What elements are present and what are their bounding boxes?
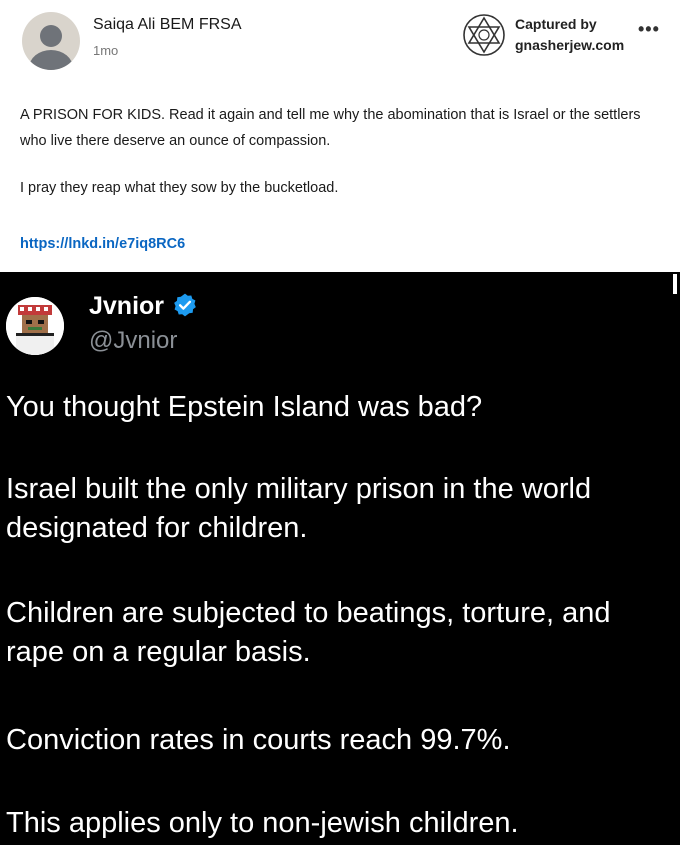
tweet-line-3: Children are subjected to beatings, tort… (6, 597, 611, 668)
verified-badge-icon (174, 293, 196, 317)
post-link[interactable]: https://lnkd.in/e7iq8RC6 (20, 236, 185, 252)
tweet-line-2: Israel built the only military prison in… (6, 473, 592, 544)
author-avatar[interactable] (22, 12, 80, 70)
star-of-david-icon (463, 14, 505, 56)
more-horizontal-icon[interactable]: ••• (638, 20, 660, 38)
watermark: Captured by gnasherjew.com (457, 12, 657, 62)
tweet-line-4: Conviction rates in courts reach 99.7%. (6, 724, 511, 756)
post-paragraph-2: I pray they reap what they sow by the bu… (20, 180, 339, 196)
watermark-line2: gnasherjew.com (515, 37, 625, 53)
post-paragraph-1: A PRISON FOR KIDS. Read it again and tel… (20, 107, 641, 149)
pixel-avatar-icon (6, 297, 64, 355)
linkedin-post: Saiqa Ali BEM FRSA 1mo Captured by gnash… (0, 0, 680, 272)
edge-mark (673, 274, 677, 294)
avatar-body (29, 50, 73, 70)
tweet-line-5: This applies only to non-jewish children… (6, 807, 519, 839)
tweet-avatar[interactable] (6, 297, 64, 355)
tweet-line-1: You thought Epstein Island was bad? (6, 391, 483, 423)
avatar-head (40, 25, 62, 47)
tweet-author-name[interactable]: Jvnior (89, 292, 164, 321)
embedded-tweet: Jvnior @Jvnior You thought Epstein Islan… (0, 272, 680, 845)
post-time: 1mo (93, 43, 119, 58)
author-name[interactable]: Saiqa Ali BEM FRSA (93, 16, 242, 34)
tweet-handle[interactable]: @Jvnior (89, 327, 177, 355)
watermark-line1: Captured by (515, 16, 597, 32)
